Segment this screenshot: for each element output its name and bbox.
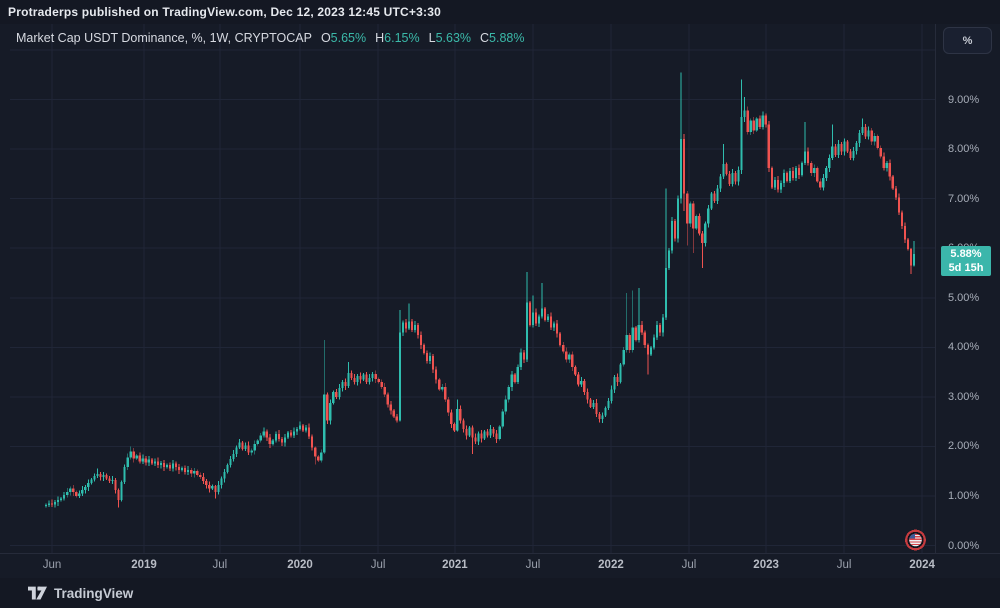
published-banner-text: Protraderps published on TradingView.com… (8, 5, 441, 19)
ohlc-high: H6.15% (375, 31, 419, 45)
time-axis-label: 2024 (900, 559, 944, 571)
time-axis-label: 2021 (433, 559, 477, 571)
chart-legend: Market Cap USDT Dominance, %, 1W, CRYPTO… (16, 31, 525, 45)
footer-bar: TradingView (0, 578, 1000, 608)
price-axis-label: 9.00% (948, 93, 979, 107)
time-axis-label: Jul (511, 559, 555, 571)
published-banner: Protraderps published on TradingView.com… (0, 0, 1000, 24)
symbol-title[interactable]: Market Cap USDT Dominance, %, 1W, CRYPTO… (16, 31, 312, 45)
tradingview-published-chart: { "banner": { "text": "Protraderps publi… (0, 0, 1000, 608)
price-axis-label: 7.00% (948, 192, 979, 206)
ohlc-low: L5.63% (429, 31, 471, 45)
candlestick-chart[interactable] (0, 24, 935, 553)
time-axis-label: 2019 (122, 559, 166, 571)
price-axis-label: 4.00% (948, 340, 979, 354)
ohlc-close: C5.88% (480, 31, 524, 45)
bar-countdown: 5d 15h (949, 261, 984, 275)
tradingview-logo-icon[interactable] (28, 586, 47, 601)
price-axis-label: 3.00% (948, 390, 979, 404)
last-price-label[interactable]: 5.88% 5d 15h (941, 246, 991, 276)
time-axis[interactable]: Jun 2019 Jul 2020 Jul 2021 Jul 2022 Jul 2023 Jul 20… (0, 553, 1000, 578)
price-axis-label: 2.00% (948, 439, 979, 453)
ohlc-open: O5.65% (321, 31, 366, 45)
tradingview-brand-link[interactable]: TradingView (54, 586, 133, 601)
time-axis-label: Jul (356, 559, 400, 571)
price-axis-label: 0.00% (948, 539, 979, 553)
chart-pane[interactable]: Market Cap USDT Dominance, %, 1W, CRYPTO… (0, 24, 935, 553)
time-axis-label: Jun (30, 559, 74, 571)
time-axis-label: Jul (667, 559, 711, 571)
price-axis[interactable]: 0.00%1.00%2.00%3.00%4.00%5.00%6.00%7.00%… (935, 24, 1000, 553)
time-axis-label: Jul (198, 559, 242, 571)
candles-group (45, 72, 915, 507)
time-axis-label: 2020 (278, 559, 322, 571)
last-price-value: 5.88% (950, 247, 981, 261)
percent-unit-button[interactable]: % (943, 27, 992, 54)
price-axis-label: 8.00% (948, 142, 979, 156)
time-axis-label: 2023 (744, 559, 788, 571)
time-axis-label: 2022 (589, 559, 633, 571)
symbol-flag-icon (906, 531, 925, 550)
price-axis-label: 5.00% (948, 291, 979, 305)
price-axis-label: 1.00% (948, 489, 979, 503)
time-axis-label: Jul (822, 559, 866, 571)
